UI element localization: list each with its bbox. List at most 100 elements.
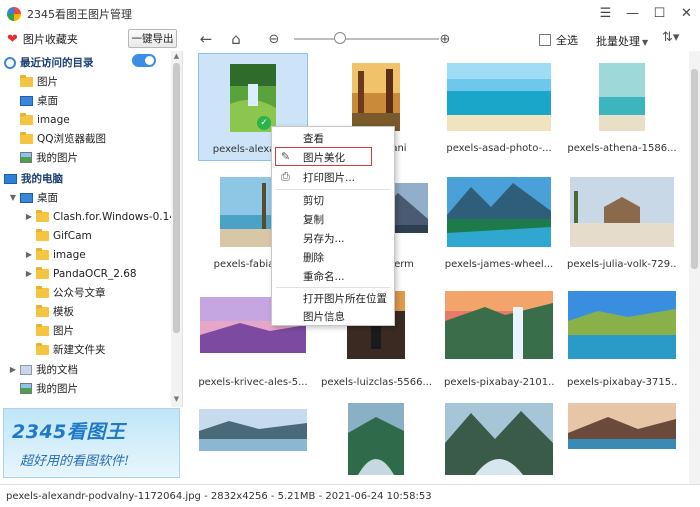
tree-item-recent-my-pictures[interactable]: 我的图片 — [20, 148, 78, 167]
folder-icon — [20, 112, 33, 125]
recent-dirs-toggle[interactable] — [132, 54, 156, 67]
heart-icon: ❤ — [7, 31, 18, 47]
thumbnail-item[interactable]: pexels-asad-photo-... — [444, 53, 554, 161]
tree-item-desktop[interactable]: ▼ 桌面 — [8, 188, 58, 207]
clock-icon — [4, 56, 16, 69]
documents-icon — [20, 364, 32, 375]
folder-icon — [36, 266, 49, 279]
thumbnail-item[interactable] — [198, 403, 308, 484]
tree-item-gifcam[interactable]: GifCam — [36, 226, 92, 245]
menu-item-cut[interactable]: 剪切 — [272, 191, 394, 209]
tree-item-templates[interactable]: 模板 — [36, 302, 74, 321]
folder-icon — [36, 209, 49, 222]
sort-icon[interactable]: ⇅▾ — [662, 30, 679, 45]
thumbnail-name: pexels-athena-1586... — [567, 143, 677, 154]
thumbnail-image — [445, 291, 553, 359]
context-menu: 查看 ✎ 图片美化 ⎙ 打印图片... 剪切 复制 另存为... 删除 重命名.… — [271, 126, 395, 326]
tree-item-recent-image[interactable]: image — [20, 110, 70, 129]
menu-item-open-location[interactable]: 打开图片所在位置 — [272, 289, 394, 307]
tree-item-recent-qq-screenshots[interactable]: QQ浏览器截图 — [20, 129, 106, 148]
thumbnail-item[interactable]: pexels-julia-volk-729... — [567, 169, 677, 277]
favorites-label[interactable]: 图片收藏夹 — [23, 31, 78, 47]
tree-item-recent-pictures[interactable]: 图片 — [20, 72, 58, 91]
thumbnail-name: pexels-luizclas-5566... — [321, 377, 431, 388]
tree-item-image[interactable]: ▶ image — [24, 245, 86, 264]
chevron-right-icon[interactable]: ▶ — [24, 250, 34, 259]
favorites-header: ❤ 图片收藏夹 一键导出 — [0, 27, 183, 51]
desktop-icon — [20, 192, 33, 203]
recent-dirs-section[interactable]: 最近访问的目录 — [4, 53, 94, 72]
menu-item-copy[interactable]: 复制 — [272, 210, 394, 228]
menu-item-label: 打印图片... — [303, 171, 356, 184]
thumbnail-item[interactable] — [567, 403, 677, 484]
thumbnail-image — [599, 63, 645, 131]
thumbnail-item[interactable] — [321, 403, 431, 484]
desktop-icon — [20, 95, 33, 106]
thumbnail-name: pexels-asad-photo-... — [446, 143, 552, 154]
maximize-icon[interactable]: ☐ — [646, 0, 673, 27]
menu-item-print[interactable]: ⎙ 打印图片... — [272, 168, 394, 186]
scroll-up-icon[interactable]: ▲ — [171, 52, 182, 60]
scroll-down-icon[interactable]: ▼ — [171, 395, 182, 403]
tree-item-pandaocr[interactable]: ▶ PandaOCR_2.68 — [24, 264, 137, 283]
main-scroll-thumb[interactable] — [691, 69, 698, 269]
menu-item-label: 打开图片所在位置 — [303, 292, 387, 305]
thumbnail-grid: ✓ pexels-alexandr- pexels-arani pexels-a… — [184, 51, 689, 484]
thumbnail-item[interactable]: pexels-athena-1586... — [567, 53, 677, 161]
check-icon: ✓ — [257, 116, 271, 130]
batch-process-dropdown[interactable]: 批量处理 ▼ — [596, 33, 648, 49]
promo-banner[interactable]: 2345看图王 超好用的看图软件! — [3, 408, 180, 478]
tree-item-recent-desktop[interactable]: 桌面 — [20, 91, 58, 110]
thumbnail-image — [199, 409, 307, 451]
menu-item-view[interactable]: 查看 — [272, 129, 394, 147]
chevron-down-icon[interactable]: ▼ — [8, 193, 18, 202]
tree-item-clash[interactable]: ▶ Clash.for.Windows-0.14.8 — [24, 207, 182, 226]
minimize-icon[interactable]: — — [619, 0, 646, 27]
main-scrollbar[interactable] — [689, 51, 700, 484]
tree-item-pictures[interactable]: 图片 — [36, 321, 74, 340]
home-up-icon[interactable]: ⌂ — [226, 29, 246, 49]
thumbnail-image — [570, 177, 674, 247]
tree-item-new-folder[interactable]: 新建文件夹 — [36, 340, 106, 359]
zoom-slider[interactable] — [294, 38, 439, 40]
folder-icon — [36, 342, 49, 355]
select-all-checkbox[interactable] — [539, 34, 551, 46]
chevron-right-icon[interactable]: ▶ — [8, 365, 18, 374]
printer-icon: ⎙ — [281, 170, 290, 183]
thumbnail-item[interactable]: pexels-pixabay-3715... — [567, 287, 677, 395]
folder-icon — [36, 285, 49, 298]
recent-dirs-label: 最近访问的目录 — [20, 57, 94, 69]
zoom-slider-knob[interactable] — [334, 32, 346, 44]
tree-item-my-pictures[interactable]: 我的图片 — [20, 379, 78, 398]
menu-item-image-info[interactable]: 图片信息 — [272, 307, 394, 325]
my-computer-section[interactable]: 我的电脑 — [4, 169, 63, 188]
thumbnail-item[interactable] — [444, 403, 554, 484]
menu-icon[interactable]: ☰ — [592, 0, 619, 27]
one-click-export-button[interactable]: 一键导出 — [128, 29, 177, 48]
chevron-right-icon[interactable]: ▶ — [24, 269, 34, 278]
sidebar-scroll-thumb[interactable] — [173, 63, 180, 333]
menu-item-delete[interactable]: 删除 — [272, 248, 394, 266]
thumbnail-name: pexels-pixabay-2101... — [444, 377, 554, 388]
folder-icon — [20, 131, 33, 144]
folder-icon — [36, 323, 49, 336]
tree-item-articles[interactable]: 公众号文章 — [36, 283, 106, 302]
sidebar-scrollbar[interactable]: ▲ ▼ — [171, 51, 182, 407]
zoom-in-icon[interactable]: ⊕ — [435, 29, 455, 49]
folder-icon — [20, 74, 33, 87]
select-all[interactable]: 全选 — [539, 32, 578, 48]
select-all-label: 全选 — [556, 34, 578, 47]
menu-item-save-as[interactable]: 另存为... — [272, 229, 394, 247]
status-bar: pexels-alexandr-podvalny-1172064.jpg - 2… — [0, 484, 700, 507]
thumbnail-name: pexels-julia-volk-729... — [567, 259, 677, 270]
thumbnail-item[interactable]: pexels-pixabay-2101... — [444, 287, 554, 395]
menu-item-rename[interactable]: 重命名... — [272, 267, 394, 285]
tree-item-documents[interactable]: ▶ 我的文档 — [8, 360, 78, 379]
zoom-out-icon[interactable]: ⊖ — [264, 29, 284, 49]
thumbnail-item[interactable]: pexels-james-wheel... — [444, 169, 554, 277]
picture-folder-icon — [20, 152, 32, 163]
thumbnail-image — [447, 63, 551, 131]
arrow-left-icon[interactable]: ← — [196, 29, 216, 49]
chevron-right-icon[interactable]: ▶ — [24, 212, 34, 221]
close-icon[interactable]: ✕ — [673, 0, 700, 27]
